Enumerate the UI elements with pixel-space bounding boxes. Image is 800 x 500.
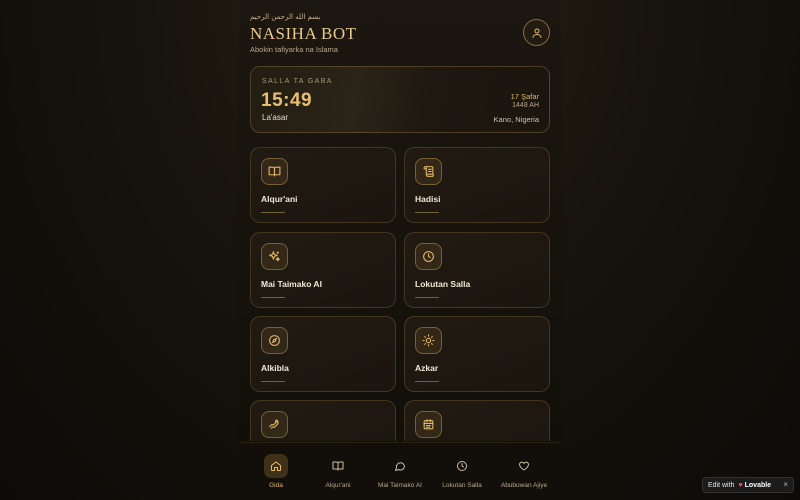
badge-prefix: Edit with — [708, 481, 735, 489]
nav-label: Mai Taimako AI — [378, 482, 422, 489]
nav-label: Lokutan Salla — [442, 482, 482, 489]
next-prayer-name: La'asar — [262, 113, 288, 122]
bottom-nav: Gida Alqur'ani Mai Taimako AI Lokutan Sa… — [238, 442, 562, 500]
nav-item-alqurani[interactable]: Alqur'ani — [306, 451, 370, 495]
bismillah-text: بسم الله الرحمن الرحيم — [250, 13, 321, 21]
tile-label: Azkar — [415, 363, 439, 373]
badge-close-button[interactable]: × — [783, 480, 788, 489]
tile-alqurani[interactable]: Alqur'ani — [250, 147, 396, 223]
heart-icon — [512, 454, 536, 478]
nav-label: Gida — [269, 482, 283, 489]
tile-sadaka[interactable] — [250, 400, 396, 441]
nav-label: Alqur'ani — [325, 482, 351, 489]
tile-label: Lokutan Salla — [415, 279, 471, 289]
scroll-icon — [415, 158, 442, 185]
compass-icon — [261, 327, 288, 354]
tile-hadisi[interactable]: Hadisi — [404, 147, 550, 223]
tile-divider — [261, 381, 285, 382]
feature-grid: Alqur'ani Hadisi Mai Taimako AI Lokutan … — [250, 147, 550, 441]
edit-with-lovable-badge[interactable]: Edit with ♥ Lovable × — [702, 477, 794, 493]
book-open-icon — [261, 158, 288, 185]
tile-divider — [415, 381, 439, 382]
tile-lokutan-salla[interactable]: Lokutan Salla — [404, 232, 550, 308]
tile-azkar[interactable]: Azkar — [404, 316, 550, 392]
tile-label: Alqur'ani — [261, 194, 298, 204]
tile-divider — [261, 297, 285, 298]
app-tagline: Abokin tafiyarka na Islama — [250, 45, 338, 54]
sparkles-icon — [261, 243, 288, 270]
profile-button[interactable] — [523, 19, 550, 46]
tile-divider — [415, 212, 439, 213]
hijri-year: 1448 AH — [512, 102, 539, 109]
next-prayer-label: SALLA TA GABA — [262, 78, 333, 85]
location-text: Kano, Nigeria — [493, 115, 539, 124]
tile-divider — [261, 212, 285, 213]
home-icon — [264, 454, 288, 478]
nav-item-lokutan-salla[interactable]: Lokutan Salla — [430, 451, 494, 495]
tile-label: Alkibla — [261, 363, 289, 373]
clock-icon — [415, 243, 442, 270]
nav-item-mai-taimako-ai[interactable]: Mai Taimako AI — [368, 451, 432, 495]
nav-label: Abubuwan Ajiye — [500, 482, 548, 489]
book-open-icon — [326, 454, 350, 478]
tile-alkibla[interactable]: Alkibla — [250, 316, 396, 392]
badge-brand: Lovable — [744, 481, 772, 489]
sun-icon — [415, 327, 442, 354]
nav-item-abubuwan-ajiye[interactable]: Abubuwan Ajiye — [492, 451, 556, 495]
next-prayer-time: 15:49 — [261, 90, 313, 111]
tile-calendar[interactable] — [404, 400, 550, 441]
tile-label: Mai Taimako AI — [261, 279, 322, 289]
lovable-heart-icon: ♥ — [738, 481, 743, 489]
calendar-icon — [415, 411, 442, 438]
clock-icon — [450, 454, 474, 478]
hijri-date: 17 Şafar — [510, 92, 539, 101]
chat-bubble-icon — [388, 454, 412, 478]
tile-mai-taimako-ai[interactable]: Mai Taimako AI — [250, 232, 396, 308]
tile-label: Hadisi — [415, 194, 441, 204]
next-prayer-card[interactable]: SALLA TA GABA 15:49 La'asar 17 Şafar 144… — [250, 66, 550, 133]
app-container: بسم الله الرحمن الرحيم NASIHA BOT Abokin… — [238, 0, 562, 500]
header: بسم الله الرحمن الرحيم NASIHA BOT Abokin… — [250, 12, 550, 56]
user-icon — [531, 27, 543, 39]
app-title: NASIHA BOT — [250, 24, 357, 43]
nav-item-gida[interactable]: Gida — [244, 451, 308, 495]
tile-divider — [415, 297, 439, 298]
hand-coins-icon — [261, 411, 288, 438]
